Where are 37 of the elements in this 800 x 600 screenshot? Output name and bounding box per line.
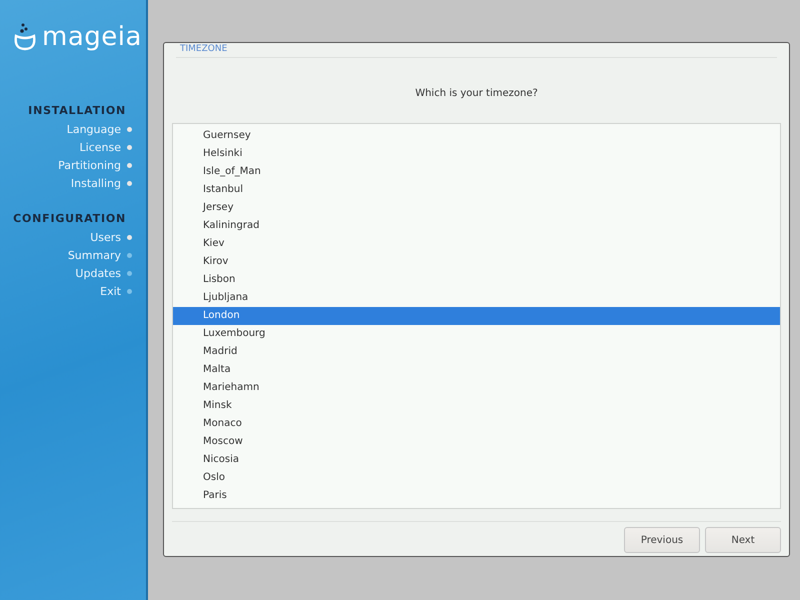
step-label: Installing [70, 176, 121, 190]
step-label: Language [66, 122, 121, 136]
timezone-item[interactable]: Malta [173, 361, 780, 379]
step-label: Summary [68, 248, 121, 262]
section-title: INSTALLATION [28, 104, 126, 117]
next-button[interactable]: Next [705, 527, 781, 553]
question-text: Which is your timezone? [414, 88, 539, 99]
step-label: License [80, 140, 121, 154]
logo-icon [12, 23, 38, 51]
timezone-item[interactable]: Ljubljana [173, 289, 780, 307]
step-label: Users [90, 230, 121, 244]
timezone-item[interactable]: Kirov [173, 253, 780, 271]
timezone-item[interactable]: Isle_of_Man [173, 163, 780, 181]
logo-text: mageia [42, 22, 142, 52]
timezone-item[interactable]: Helsinki [173, 145, 780, 163]
dialog-title: TIMEZONE [176, 43, 777, 58]
timezone-item[interactable]: Oslo [173, 469, 780, 487]
timezone-item[interactable]: Madrid [173, 343, 780, 361]
timezone-item[interactable]: Kaliningrad [173, 217, 780, 235]
timezone-item[interactable]: Kiev [173, 235, 780, 253]
timezone-item[interactable]: Monaco [173, 415, 780, 433]
previous-button[interactable]: Previous [624, 527, 700, 553]
timezone-item[interactable]: London [173, 307, 780, 325]
timezone-item[interactable]: Moscow [173, 433, 780, 451]
timezone-item[interactable]: Lisbon [173, 271, 780, 289]
section-title: CONFIGURATION [13, 212, 126, 225]
timezone-item[interactable]: Istanbul [173, 181, 780, 199]
timezone-item[interactable]: Minsk [173, 397, 780, 415]
timezone-item[interactable]: Guernsey [173, 127, 780, 145]
timezone-item[interactable]: Jersey [173, 199, 780, 217]
step-label: Partitioning [58, 158, 121, 172]
step-label: Updates [75, 266, 121, 280]
step-label: Exit [100, 284, 121, 298]
timezone-item[interactable]: Luxembourg [173, 325, 780, 343]
timezone-item[interactable]: Nicosia [173, 451, 780, 469]
timezone-item[interactable]: Paris [173, 487, 780, 505]
timezone-item[interactable]: Mariehamn [173, 379, 780, 397]
